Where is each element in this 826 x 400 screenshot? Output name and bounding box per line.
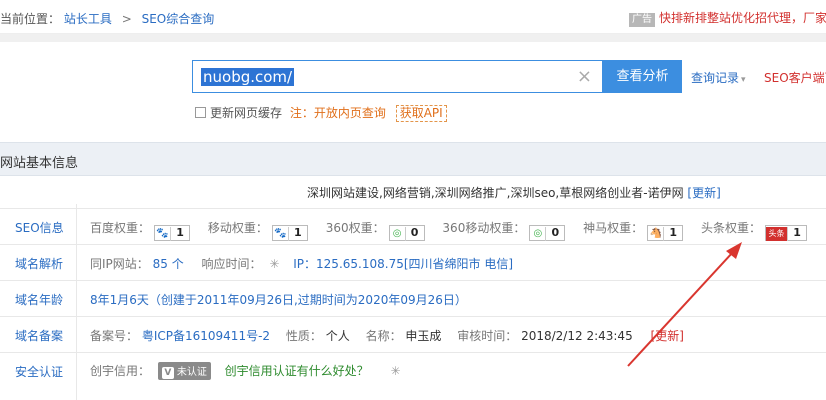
annotation-arrow	[627, 242, 742, 367]
